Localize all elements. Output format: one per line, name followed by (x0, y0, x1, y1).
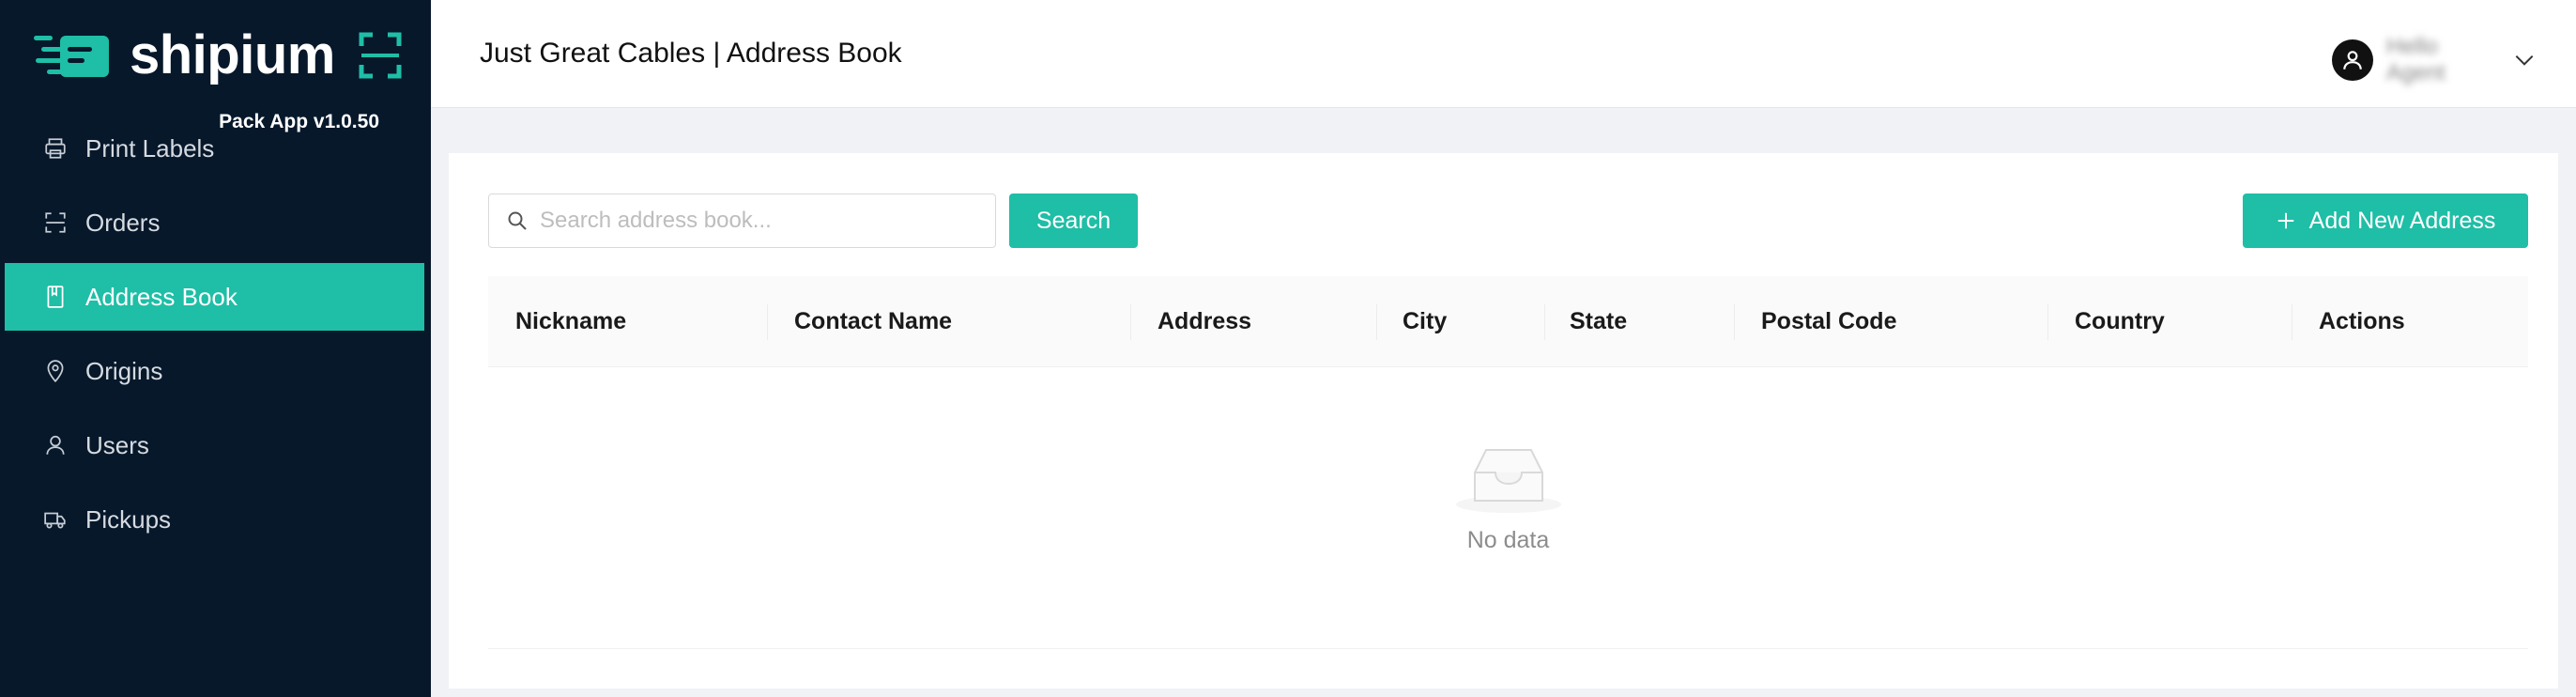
truck-icon (42, 506, 69, 533)
sidebar-item-origins[interactable]: Origins (5, 337, 424, 405)
sidebar-item-label: Orders (85, 208, 161, 237)
add-new-address-label: Add New Address (2308, 207, 2496, 234)
sidebar-nav: Print Labels Orders Address Book Origins… (0, 115, 431, 560)
column-header-address[interactable]: Address (1158, 276, 1251, 367)
logo[interactable]: shipium Pack App v1.0.50 (34, 24, 409, 132)
column-divider (1130, 304, 1131, 340)
sidebar-item-label: Users (85, 430, 149, 459)
empty-inbox-icon (1455, 449, 1561, 513)
sidebar-item-address-book[interactable]: Address Book (5, 263, 424, 331)
sidebar-item-label: Print Labels (85, 133, 215, 163)
user-menu[interactable]: Hello Agent (2332, 34, 2537, 86)
sidebar-item-orders[interactable]: Orders (5, 189, 424, 256)
column-header-country[interactable]: Country (2075, 276, 2165, 367)
plus-icon (2277, 212, 2293, 229)
table-header: Nickname Contact Name Address City State… (488, 276, 2528, 367)
column-divider (2047, 304, 2048, 340)
sidebar-item-pickups[interactable]: Pickups (5, 486, 424, 553)
search-button[interactable]: Search (1009, 194, 1138, 248)
sidebar-item-users[interactable]: Users (5, 411, 424, 479)
empty-text: No data (1466, 527, 1550, 553)
user-avatar-icon (2343, 51, 2362, 70)
address-table: Nickname Contact Name Address City State… (488, 276, 2528, 649)
address-book-card: Search Add New Address Nickname Contact … (449, 153, 2558, 689)
brand-name: shipium (130, 24, 335, 85)
printer-icon (42, 135, 69, 162)
column-header-actions: Actions (2319, 308, 2405, 334)
search-input[interactable] (540, 208, 990, 234)
column-divider (1734, 304, 1735, 340)
sidebar-item-label: Pickups (85, 504, 172, 534)
sidebar-item-print-labels[interactable]: Print Labels (5, 115, 424, 182)
column-header-city[interactable]: City (1403, 276, 1447, 367)
scan-frame-icon (359, 32, 402, 79)
header: Just Great Cables | Address Book Hello A… (431, 0, 2576, 108)
column-header-postal-code[interactable]: Postal Code (1761, 276, 1896, 367)
scan-icon (42, 209, 69, 236)
location-pin-icon (42, 358, 69, 384)
sidebar-item-label: Origins (85, 356, 163, 385)
avatar[interactable] (2332, 39, 2373, 81)
page-title: Just Great Cables | Address Book (480, 38, 902, 69)
search-icon (508, 211, 527, 230)
user-name: Hello Agent (2386, 34, 2446, 85)
column-header-contact-name[interactable]: Contact Name (794, 276, 952, 367)
chevron-down-icon[interactable] (2512, 48, 2537, 72)
table-body: No data (488, 367, 2528, 649)
column-header-state[interactable]: State (1570, 276, 1627, 367)
column-header-nickname[interactable]: Nickname (515, 276, 626, 367)
column-divider (1376, 304, 1377, 340)
add-new-address-button[interactable]: Add New Address (2243, 194, 2528, 248)
column-divider (1544, 304, 1545, 340)
column-divider (767, 304, 768, 340)
book-icon (42, 284, 69, 310)
search-box[interactable] (488, 194, 996, 248)
sidebar-item-label: Address Book (85, 282, 238, 311)
logo-mark-icon (34, 36, 109, 77)
sidebar: shipium Pack App v1.0.50 Print Labels Or… (0, 0, 431, 697)
user-icon (42, 432, 69, 458)
empty-state: No data (488, 442, 2528, 554)
